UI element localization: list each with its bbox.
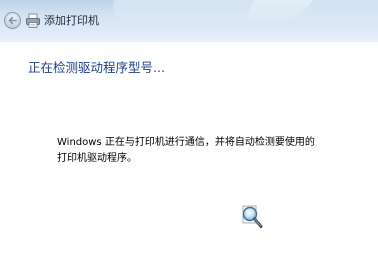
wizard-content: 正在检测驱动程序型号... Windows 正在与打印机进行通信，并将自动检测要… xyxy=(0,42,378,254)
status-message-line-1: Windows 正在与打印机进行通信，并将自动检测要使用的 xyxy=(57,137,315,148)
page-heading: 正在检测驱动程序型号... xyxy=(28,60,165,75)
back-button[interactable] xyxy=(4,12,21,29)
window-title: 添加打印机 xyxy=(44,14,99,27)
search-magnifier-icon xyxy=(242,205,263,228)
status-message-line-2: 打印机驱动程序。 xyxy=(57,153,137,164)
status-message: Windows 正在与打印机进行通信，并将自动检测要使用的 打印机驱动程序。 xyxy=(57,135,357,167)
wizard-titlebar: 添加打印机 xyxy=(0,0,378,42)
printer-icon xyxy=(26,13,40,28)
titlebar-glass-shine-2 xyxy=(243,0,378,24)
back-arrow-icon xyxy=(8,16,17,25)
